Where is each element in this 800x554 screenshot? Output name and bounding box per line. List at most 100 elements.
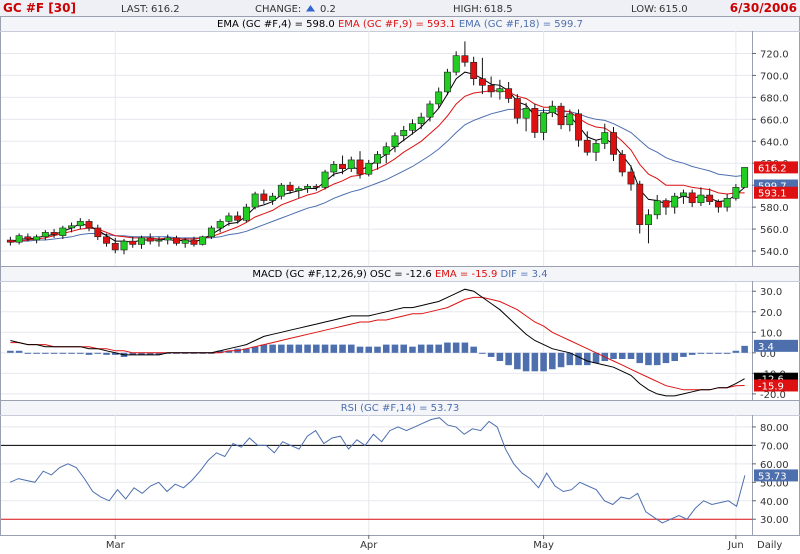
legend-entry: DIF = 3.4 bbox=[501, 269, 548, 280]
candle-body bbox=[557, 105, 565, 126]
candle bbox=[251, 191, 259, 210]
candle-body bbox=[706, 194, 714, 202]
macd-histogram-bar bbox=[304, 344, 311, 353]
candle-body bbox=[697, 194, 705, 204]
candle-body bbox=[199, 236, 207, 245]
macd-histogram-bar bbox=[68, 352, 75, 354]
x-tick-label: Apr bbox=[360, 540, 378, 550]
candle-body bbox=[636, 183, 644, 225]
x-tick-label: Jun bbox=[727, 540, 744, 550]
y-tick-label: 10.0 bbox=[760, 328, 782, 339]
candle-body bbox=[295, 188, 303, 191]
candle-body bbox=[33, 236, 41, 241]
candle-body bbox=[68, 225, 76, 229]
macd-histogram-bar bbox=[15, 350, 23, 353]
macd-histogram-bar bbox=[59, 352, 67, 354]
candle-body bbox=[443, 71, 451, 93]
panel-legend: EMA (GC #F,4) = 598.0 EMA (GC #F,9) = 59… bbox=[217, 19, 583, 30]
macd-histogram-bar bbox=[470, 346, 477, 353]
change-label: CHANGE: bbox=[255, 4, 301, 15]
y-tick-label: 540.0 bbox=[760, 247, 789, 258]
candle-body bbox=[155, 239, 163, 242]
candle-body bbox=[94, 227, 102, 238]
legend-entry: EMA (GC #F,4) = 598.0 bbox=[217, 19, 335, 30]
value-tag-label: 616.2 bbox=[758, 163, 787, 174]
high-label: HIGH: bbox=[453, 4, 482, 15]
candle bbox=[741, 167, 749, 188]
macd-histogram-bar bbox=[496, 352, 504, 362]
macd-histogram-bar bbox=[610, 352, 617, 359]
candle-body bbox=[435, 91, 443, 105]
macd-histogram-bar bbox=[295, 344, 303, 353]
candle-body bbox=[129, 240, 137, 245]
macd-histogram-bar bbox=[330, 344, 338, 353]
y-tick-label: 30.0 bbox=[760, 287, 782, 298]
macd-histogram-bar bbox=[645, 352, 652, 366]
candle-body bbox=[76, 221, 84, 227]
candle-body bbox=[391, 135, 399, 148]
candle-body bbox=[85, 221, 93, 229]
macd-histogram-bar bbox=[33, 352, 40, 354]
candle-body bbox=[478, 78, 486, 86]
value-tag-label: 3.4 bbox=[758, 342, 774, 353]
macd-histogram-bar bbox=[50, 352, 58, 354]
macd-histogram-bar bbox=[723, 352, 731, 354]
candle-body bbox=[382, 146, 390, 155]
candle-body bbox=[679, 192, 687, 197]
candle bbox=[321, 169, 329, 190]
macd-histogram-bar bbox=[374, 346, 381, 353]
macd-histogram-bar bbox=[557, 352, 565, 368]
candle-body bbox=[190, 239, 198, 245]
candle-body bbox=[111, 243, 119, 251]
candle-body bbox=[138, 237, 145, 245]
macd-histogram-bar bbox=[461, 342, 469, 353]
x-tick-label: May bbox=[533, 540, 554, 550]
legend-entry: MACD (GC #F,12,26,9) OSC = -12.6 bbox=[252, 269, 431, 280]
candle-body bbox=[260, 193, 268, 201]
candle-body bbox=[409, 123, 416, 131]
candle-body bbox=[330, 164, 338, 173]
y-tick-label: 640.0 bbox=[760, 137, 789, 148]
candle-body bbox=[688, 192, 696, 204]
candle-body bbox=[304, 185, 312, 189]
macd-histogram-bar bbox=[24, 352, 32, 354]
candle-body bbox=[234, 215, 242, 221]
chart-window: GC #F [30] LAST: 616.2 CHANGE: 0.2 HIGH:… bbox=[0, 0, 800, 551]
candle-body bbox=[487, 84, 495, 93]
candle-body bbox=[164, 237, 172, 241]
candle-body bbox=[540, 112, 548, 133]
macd-histogram-bar bbox=[278, 344, 285, 353]
candle-body bbox=[575, 113, 582, 141]
macd-histogram-bar bbox=[575, 352, 582, 366]
candle-body bbox=[645, 214, 652, 225]
y-tick-label: 560.0 bbox=[760, 225, 789, 236]
candle-body bbox=[583, 139, 591, 153]
candle-body bbox=[610, 132, 617, 155]
chart-panels: EMA (GC #F,4) = 598.0 EMA (GC #F,9) = 59… bbox=[0, 16, 800, 551]
candle bbox=[443, 68, 451, 96]
y-tick-label: 70.00 bbox=[760, 441, 789, 452]
value-tag-label: 593.1 bbox=[758, 189, 787, 200]
macd-histogram-bar bbox=[505, 352, 512, 366]
macd-histogram-bar bbox=[706, 352, 713, 354]
macd-histogram-bar bbox=[618, 352, 626, 359]
candle-body bbox=[365, 162, 373, 175]
y-tick-label: 40.00 bbox=[760, 497, 789, 508]
panel-2: RSI (GC #F,14) = 53.7380.0070.0060.0050.… bbox=[0, 400, 800, 536]
value-tag-label: 53.73 bbox=[758, 471, 787, 482]
macd-histogram-bar bbox=[365, 346, 373, 353]
macd-histogram-bar bbox=[452, 342, 460, 353]
change-value: 0.2 bbox=[320, 4, 336, 15]
macd-histogram-bar bbox=[409, 346, 416, 353]
high-value: 618.5 bbox=[484, 4, 513, 15]
panel-border bbox=[0, 400, 800, 536]
macd-histogram-bar bbox=[94, 352, 102, 354]
symbol-label: GC #F [30] bbox=[3, 1, 76, 15]
legend-entry: EMA = -15.9 bbox=[435, 269, 497, 280]
y-tick-label: 680.0 bbox=[760, 93, 789, 104]
low-label: LOW: bbox=[631, 4, 657, 15]
candle-body bbox=[426, 103, 434, 118]
macd-histogram-bar bbox=[688, 352, 696, 355]
candle-body bbox=[461, 55, 469, 63]
y-tick-label: 720.0 bbox=[760, 49, 789, 60]
